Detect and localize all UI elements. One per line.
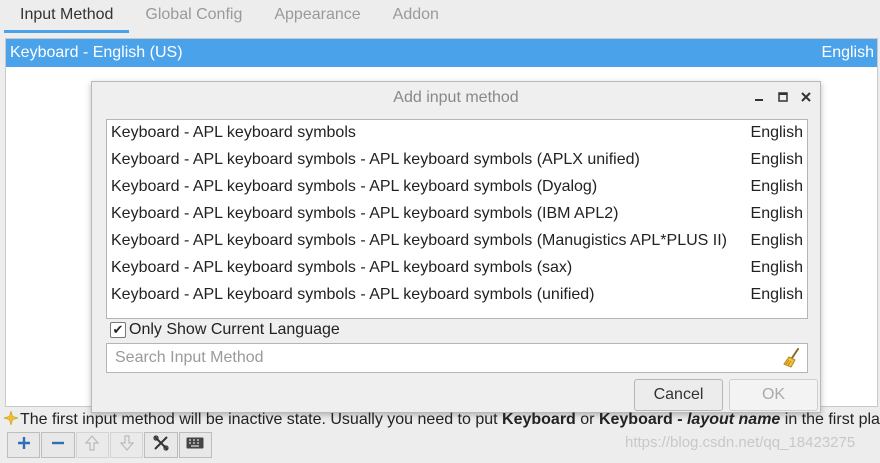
list-item[interactable]: Keyboard - APL keyboard symbols - APL ke… xyxy=(107,282,807,309)
input-method-row-selected[interactable]: Keyboard - English (US) English xyxy=(6,39,877,67)
keyboard-icon xyxy=(186,436,204,454)
watermark-text: https://blog.csdn.net/qq_18423275 xyxy=(625,434,856,451)
search-box[interactable] xyxy=(106,343,808,373)
list-item-language: English xyxy=(750,205,803,222)
input-method-name: Keyboard - English (US) xyxy=(10,44,183,61)
available-input-method-list[interactable]: Keyboard - APL keyboard symbols English … xyxy=(106,119,808,319)
remove-button[interactable] xyxy=(41,432,75,458)
tab-addon[interactable]: Addon xyxy=(377,0,455,33)
list-item-name: Keyboard - APL keyboard symbols - APL ke… xyxy=(111,205,619,222)
input-method-language: English xyxy=(821,44,874,61)
move-down-button[interactable] xyxy=(109,432,144,458)
list-item-name: Keyboard - APL keyboard symbols - APL ke… xyxy=(111,286,595,303)
list-item-name: Keyboard - APL keyboard symbols xyxy=(111,124,356,141)
add-button[interactable] xyxy=(7,432,41,458)
list-item-language: English xyxy=(750,124,803,141)
add-icon xyxy=(17,436,31,455)
hint-text: The first input method will be inactive … xyxy=(2,409,880,431)
list-item-language: English xyxy=(750,151,803,168)
list-item-language: English xyxy=(750,286,803,303)
list-item[interactable]: Keyboard - APL keyboard symbols - APL ke… xyxy=(107,147,807,174)
dialog-title: Add input method xyxy=(393,89,519,106)
only-current-language-checkbox[interactable]: ✔ xyxy=(110,322,126,338)
configure-button[interactable] xyxy=(144,432,178,458)
hint-bold-keyboard: Keyboard xyxy=(502,411,576,428)
list-item-name: Keyboard - APL keyboard symbols - APL ke… xyxy=(111,259,573,276)
hint-part-2: or xyxy=(575,411,599,428)
clear-broom-icon[interactable] xyxy=(783,348,801,368)
list-item[interactable]: Keyboard - APL keyboard symbols - APL ke… xyxy=(107,228,807,255)
move-down-icon xyxy=(119,434,134,456)
configure-icon xyxy=(153,434,169,456)
list-item[interactable]: Keyboard - APL keyboard symbols English xyxy=(107,120,807,147)
list-item-name: Keyboard - APL keyboard symbols - APL ke… xyxy=(111,151,640,168)
list-item-language: English xyxy=(750,232,803,249)
tab-appearance[interactable]: Appearance xyxy=(258,0,376,33)
close-icon[interactable] xyxy=(798,89,814,105)
hint-part-3: in the first place. xyxy=(784,411,880,428)
tab-global-config[interactable]: Global Config xyxy=(129,0,258,33)
keyboard-layout-button[interactable] xyxy=(178,432,212,458)
maximize-icon[interactable] xyxy=(775,89,791,105)
remove-icon xyxy=(51,436,65,455)
list-item[interactable]: Keyboard - APL keyboard symbols - APL ke… xyxy=(107,255,807,282)
list-item[interactable]: Keyboard - APL keyboard symbols - APL ke… xyxy=(107,201,807,228)
ok-button[interactable]: OK xyxy=(729,379,818,411)
hint-bold-keyboard-layout: Keyboard - xyxy=(598,411,687,428)
sparkle-icon xyxy=(2,409,20,427)
list-item[interactable]: Keyboard - APL keyboard symbols - APL ke… xyxy=(107,174,807,201)
tab-bar: Input Method Global Config Appearance Ad… xyxy=(0,0,880,33)
hint-part-1: The first input method will be inactive … xyxy=(20,411,503,428)
input-method-toolbar xyxy=(7,432,213,458)
cancel-button[interactable]: Cancel xyxy=(634,379,723,411)
only-current-language-label: Only Show Current Language xyxy=(129,321,340,338)
list-item-name: Keyboard - APL keyboard symbols - APL ke… xyxy=(111,178,598,195)
list-item-name: Keyboard - APL keyboard symbols - APL ke… xyxy=(111,232,727,249)
list-item-language: English xyxy=(750,259,803,276)
minimize-icon[interactable] xyxy=(751,89,767,105)
list-item-language: English xyxy=(750,178,803,195)
search-input[interactable] xyxy=(113,347,777,369)
move-up-button[interactable] xyxy=(75,432,109,458)
add-input-method-dialog: Add input method Keyboard - APL keyboard… xyxy=(91,81,821,413)
hint-layout-name: layout name xyxy=(686,411,781,428)
tab-input-method[interactable]: Input Method xyxy=(4,0,130,33)
move-up-icon xyxy=(85,434,100,456)
